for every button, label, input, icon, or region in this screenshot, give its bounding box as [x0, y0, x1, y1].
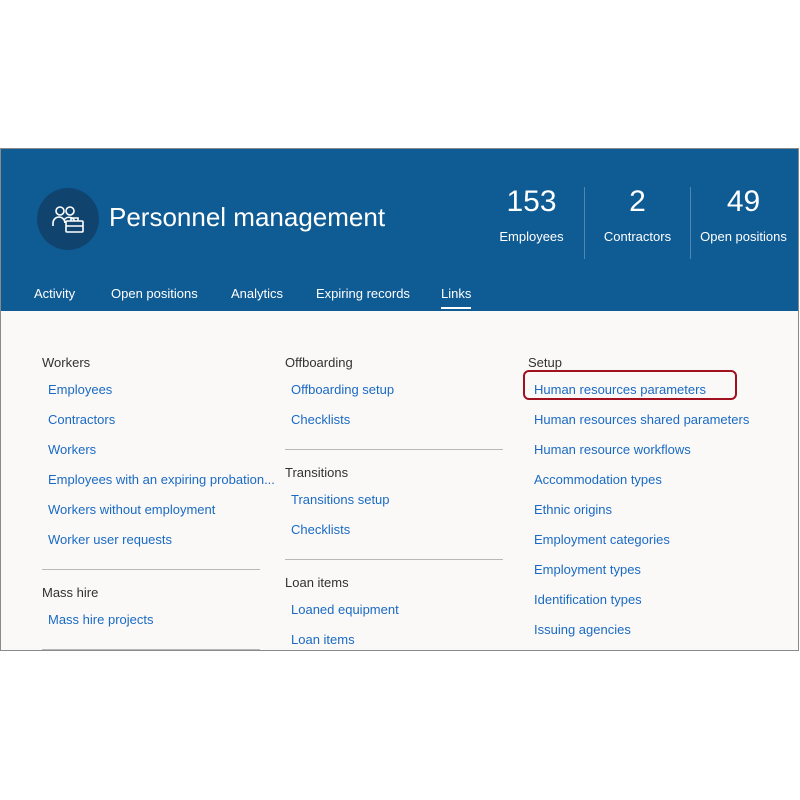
kpi-value: 2	[629, 185, 646, 218]
tab-analytics[interactable]: Analytics	[231, 286, 283, 301]
link-mass-hire-projects[interactable]: Mass hire projects	[48, 605, 262, 635]
link-workers[interactable]: Workers	[48, 435, 262, 465]
group-divider	[285, 449, 503, 450]
kpi-label: Open positions	[700, 229, 787, 244]
kpi-label: Contractors	[603, 229, 672, 244]
group-title-mass-hire: Mass hire	[42, 585, 99, 600]
link-human-resource-workflows[interactable]: Human resource workflows	[534, 435, 748, 465]
link-employees-expiring-probation[interactable]: Employees with an expiring probation...	[48, 465, 275, 495]
tab-expiring-records[interactable]: Expiring records	[316, 286, 410, 301]
link-ethnic-origins[interactable]: Ethnic origins	[534, 495, 748, 525]
group-title-offboarding: Offboarding	[285, 355, 353, 370]
link-offboarding-checklists[interactable]: Checklists	[291, 405, 505, 435]
link-identification-types[interactable]: Identification types	[534, 585, 748, 615]
links-column-middle: Offboarding Offboarding setup Checklists…	[285, 351, 505, 650]
group-title-transitions: Transitions	[285, 465, 349, 480]
links-column-left: Workers Employees Contractors Workers Em…	[42, 351, 275, 650]
group-divider	[42, 569, 260, 570]
links-panel: Workers Employees Contractors Workers Em…	[1, 311, 798, 650]
link-transitions-setup[interactable]: Transitions setup	[291, 485, 505, 515]
link-employment-categories[interactable]: Employment categories	[534, 525, 748, 555]
group-title-loan-items: Loan items	[285, 575, 349, 590]
link-loaned-equipment[interactable]: Loaned equipment	[291, 595, 505, 625]
tab-open-positions[interactable]: Open positions	[111, 286, 198, 301]
kpi-label: Employees	[499, 229, 564, 244]
kpi-tile-open-positions[interactable]: 49 Open positions	[691, 184, 796, 244]
workspace-title: Personnel management	[109, 202, 386, 232]
link-offboarding-setup[interactable]: Offboarding setup	[291, 375, 505, 405]
group-title-setup: Setup	[528, 355, 562, 370]
link-issuing-agencies[interactable]: Issuing agencies	[534, 615, 748, 645]
link-worker-user-requests[interactable]: Worker user requests	[48, 525, 262, 555]
workspace-window: Personnel management 153 Employees 2 Con…	[0, 148, 799, 651]
kpi-value: 153	[506, 185, 557, 218]
people-briefcase-icon	[37, 188, 99, 250]
link-contractors[interactable]: Contractors	[48, 405, 262, 435]
link-workers-without-employment[interactable]: Workers without employment	[48, 495, 262, 525]
link-accommodation-types[interactable]: Accommodation types	[534, 465, 748, 495]
tab-links[interactable]: Links	[441, 286, 472, 309]
link-transitions-checklists[interactable]: Checklists	[291, 515, 505, 545]
group-divider	[285, 559, 503, 560]
link-human-resources-parameters[interactable]: Human resources parameters	[534, 375, 748, 405]
kpi-value: 49	[726, 185, 761, 218]
workspace-header: Personnel management 153 Employees 2 Con…	[1, 149, 798, 311]
links-column-right: Setup Human resources parameters Human r…	[528, 351, 749, 645]
link-employees[interactable]: Employees	[48, 375, 262, 405]
kpi-tile-employees[interactable]: 153 Employees	[479, 184, 584, 244]
tab-activity[interactable]: Activity	[34, 286, 75, 301]
group-title-workers: Workers	[42, 355, 91, 370]
link-loan-items[interactable]: Loan items	[291, 625, 505, 650]
kpi-tile-contractors[interactable]: 2 Contractors	[585, 184, 690, 244]
link-human-resources-shared-parameters[interactable]: Human resources shared parameters	[534, 405, 749, 435]
link-employment-types[interactable]: Employment types	[534, 555, 748, 585]
group-divider	[42, 649, 260, 650]
